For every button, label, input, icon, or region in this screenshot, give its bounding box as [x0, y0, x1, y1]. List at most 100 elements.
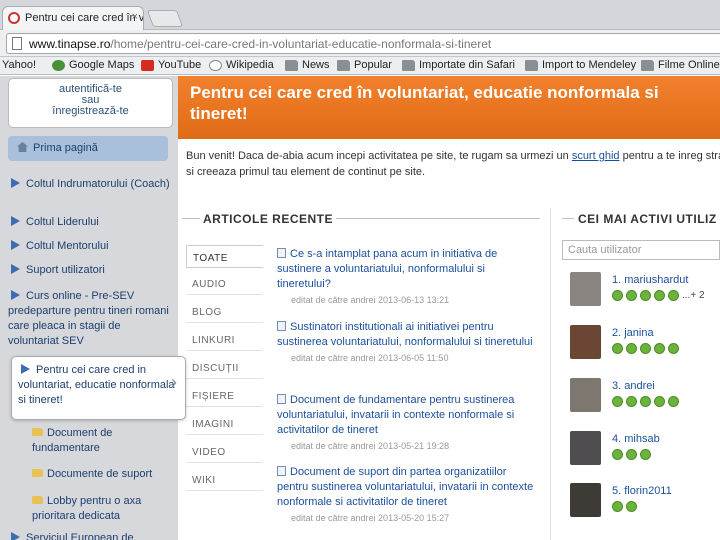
- sub-item-label: Documente de suport: [47, 468, 153, 480]
- tab-video[interactable]: VIDEO: [186, 440, 263, 463]
- user-item[interactable]: 2. janina: [570, 325, 720, 363]
- sub-item-label: Document de fundamentare: [32, 427, 113, 454]
- badge-icon: [612, 501, 623, 512]
- user-name-link[interactable]: 3. andrei: [612, 380, 655, 392]
- document-icon: [277, 394, 286, 404]
- bookmark-label: Popular: [354, 59, 392, 71]
- article-title-link[interactable]: Document de suport din partea organizati…: [277, 466, 533, 508]
- section-rule: [336, 218, 540, 219]
- avatar: [570, 431, 601, 465]
- nav-item-mentor[interactable]: Coltul Mentorului: [8, 239, 173, 254]
- bookmark-filme[interactable]: Filme Online: [641, 59, 720, 71]
- nav-item-label: Coltul Indrumatorului (Coach): [26, 178, 170, 190]
- more-badges-label[interactable]: ...+ 2: [682, 290, 705, 301]
- badge-icon: [640, 449, 651, 460]
- nav-item-active[interactable]: Pentru cei care cred in voluntariat, edu…: [11, 356, 186, 420]
- sub-item-lobby[interactable]: Lobby pentru o axa prioritara dedicata: [32, 494, 172, 524]
- bookmark-popular[interactable]: Popular: [337, 59, 392, 71]
- badge-icon: [612, 396, 623, 407]
- sub-item-suport[interactable]: Documente de suport: [32, 467, 172, 482]
- badge-icon: [668, 290, 679, 301]
- badge-icon: [612, 343, 623, 354]
- badge-row: ...+ 2: [612, 290, 705, 301]
- document-icon: [277, 248, 286, 258]
- bookmark-label: Google Maps: [69, 59, 135, 71]
- article-item: Ce s-a intamplat pana acum in initiativa…: [277, 247, 537, 305]
- folder-icon: [32, 469, 43, 477]
- nav-item-label: Coltul Mentorului: [26, 240, 109, 252]
- address-bar-row: www.tinapse.ro/home/pentru-cei-care-cred…: [0, 30, 720, 57]
- user-name-link[interactable]: 2. janina: [612, 327, 654, 339]
- url-host: www.tinapse.ro: [29, 37, 111, 51]
- badge-row: [612, 449, 654, 460]
- article-title-link[interactable]: Sustinatori institutionali ai initiative…: [277, 321, 533, 348]
- user-name-link[interactable]: 1. mariushardut: [612, 274, 688, 286]
- new-tab-button[interactable]: [146, 10, 184, 27]
- intro-text: Bun venit! Daca de-abia acum incepi acti…: [186, 148, 720, 180]
- arrow-right-icon: [11, 290, 20, 300]
- tab-discutii[interactable]: DISCUȚII: [186, 356, 263, 379]
- browser-tab[interactable]: Pentru cei care cred în volu ×: [2, 6, 144, 30]
- page-title: Pentru cei care cred în voluntariat, edu…: [190, 83, 659, 123]
- page-icon: [12, 37, 22, 50]
- badge-row: [612, 396, 682, 407]
- article-title-link[interactable]: Document de fundamentare pentru sustiner…: [277, 394, 514, 436]
- nav-item-sev[interactable]: Serviciul European de: [8, 531, 173, 540]
- bookmarks-bar: Yahoo! Google Maps YouTube Wikipedia New…: [0, 57, 720, 75]
- bookmark-label: Yahoo!: [2, 59, 37, 71]
- badge-icon: [654, 396, 665, 407]
- nav-item-label: Pentru cei care cred in voluntariat, edu…: [18, 364, 175, 406]
- bookmark-youtube[interactable]: YouTube: [141, 59, 201, 71]
- tab-fisiere[interactable]: FIȘIERE: [186, 384, 263, 407]
- tab-blog[interactable]: BLOG: [186, 300, 263, 323]
- bookmark-importate[interactable]: Importate din Safari: [402, 59, 515, 71]
- article-title-link[interactable]: Ce s-a intamplat pana acum in initiativa…: [277, 248, 497, 290]
- tab-title: Pentru cei care cred în volu: [25, 12, 144, 24]
- badge-icon: [654, 290, 665, 301]
- nav-item-suport[interactable]: Suport utilizatori: [8, 263, 173, 278]
- register-link[interactable]: înregistrează-te: [9, 106, 172, 117]
- tab-toate[interactable]: TOATE: [186, 245, 263, 268]
- bookmark-wikipedia[interactable]: Wikipedia: [209, 59, 274, 71]
- sub-item-fundamentare[interactable]: Document de fundamentare: [32, 426, 172, 456]
- nav-item-curs-online[interactable]: Curs online - Pre-SEV predeparture pentr…: [8, 289, 173, 349]
- avatar: [570, 378, 601, 412]
- intro-text-part: pentru a te inreg stra, iar: [622, 150, 720, 162]
- articles-heading: ARTICOLE RECENTE: [203, 212, 334, 226]
- bookmark-google-maps[interactable]: Google Maps: [52, 59, 134, 71]
- user-item[interactable]: 3. andrei: [570, 378, 720, 416]
- user-item[interactable]: 1. mariushardut ...+ 2: [570, 272, 720, 310]
- avatar: [570, 272, 601, 306]
- badge-icon: [654, 343, 665, 354]
- bookmark-news[interactable]: News: [285, 59, 330, 71]
- article-item: Document de suport din partea organizati…: [277, 465, 537, 523]
- user-name-link[interactable]: 5. florin2011: [612, 485, 672, 497]
- nav-home[interactable]: Prima pagină: [8, 136, 168, 161]
- address-bar[interactable]: www.tinapse.ro/home/pentru-cei-care-cred…: [6, 33, 720, 54]
- article-meta: editat de către andrei 2013-05-20 15:27: [291, 513, 450, 523]
- bookmark-mendeley[interactable]: Import to Mendeley: [525, 59, 636, 71]
- tab-linkuri[interactable]: LINKURI: [186, 328, 263, 351]
- chevron-right-icon: ›: [171, 372, 177, 392]
- guide-link[interactable]: scurt ghid: [572, 150, 620, 162]
- badge-icon: [626, 396, 637, 407]
- bookmark-yahoo[interactable]: Yahoo!: [2, 59, 36, 71]
- user-search-input[interactable]: Cauta utilizator: [562, 240, 720, 260]
- article-meta: editat de către andrei 2013-06-05 11:50: [291, 353, 449, 363]
- user-item[interactable]: 5. florin2011: [570, 483, 720, 521]
- nav-item-coach[interactable]: Coltul Indrumatorului (Coach): [8, 177, 173, 192]
- folder-icon: [285, 59, 298, 71]
- tab-wiki[interactable]: WIKI: [186, 468, 263, 491]
- badge-icon: [612, 290, 623, 301]
- bookmark-label: Wikipedia: [226, 59, 274, 71]
- tab-audio[interactable]: AUDIO: [186, 272, 263, 295]
- close-tab-icon[interactable]: ×: [132, 11, 138, 23]
- nav-item-lider[interactable]: Coltul Liderului: [8, 215, 173, 230]
- arrow-right-icon: [11, 532, 20, 540]
- document-icon: [277, 466, 286, 476]
- section-rule: [562, 218, 574, 219]
- user-name-link[interactable]: 4. mihsab: [612, 433, 660, 445]
- user-item[interactable]: 4. mihsab: [570, 431, 720, 469]
- tab-imagini[interactable]: IMAGINI: [186, 412, 263, 435]
- badge-icon: [626, 449, 637, 460]
